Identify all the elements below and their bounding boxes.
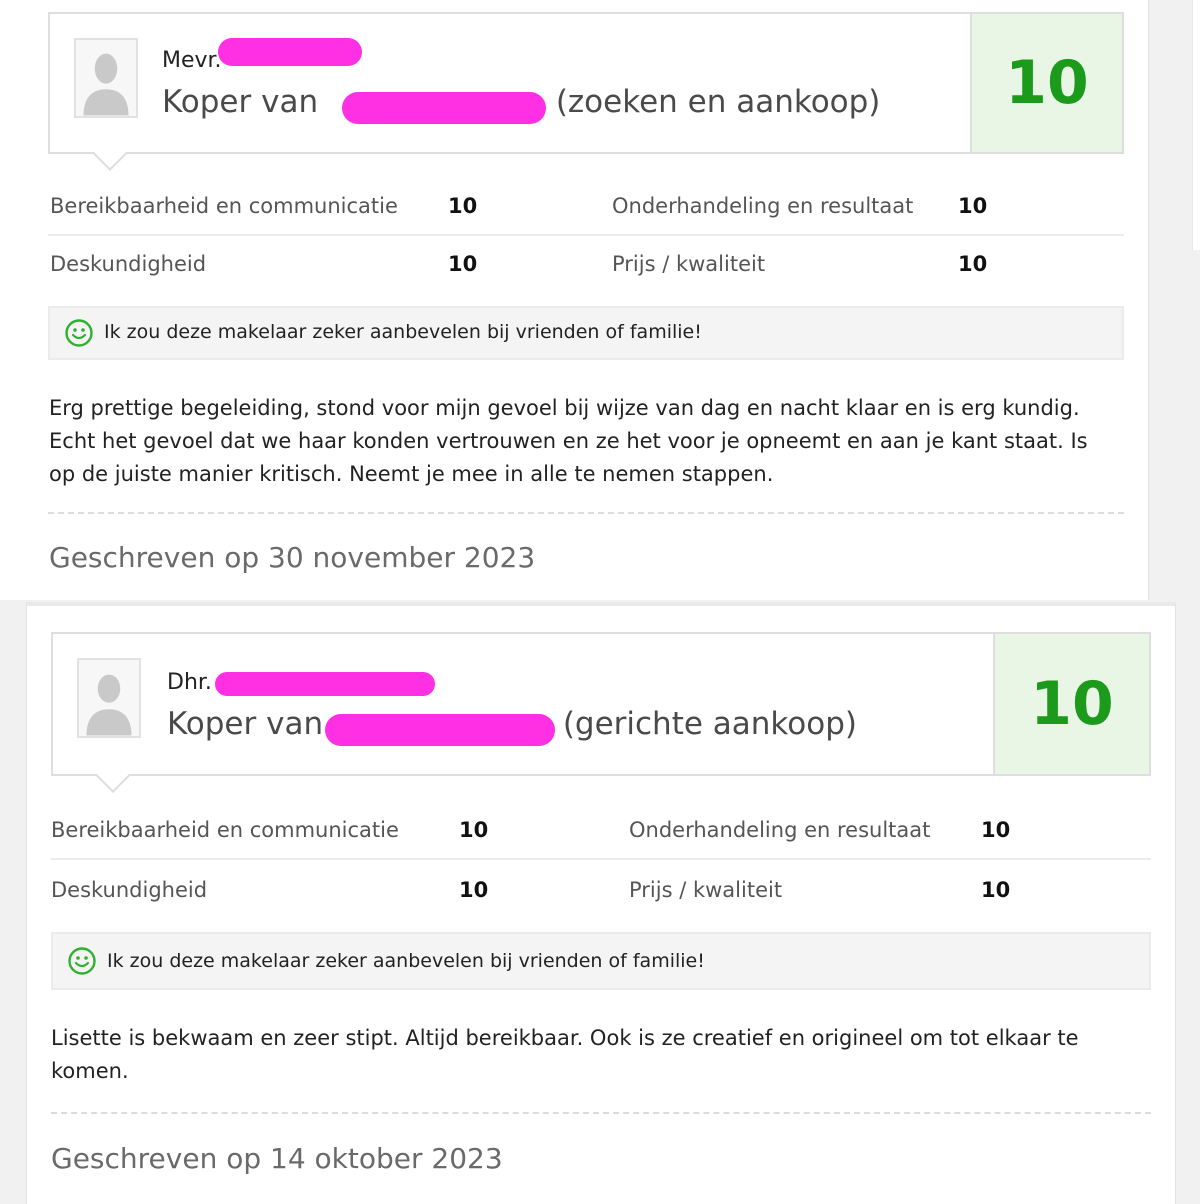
rating-row: Deskundigheid 10 Prijs / kwaliteit 10 <box>48 236 1124 292</box>
overall-score: 10 <box>1005 48 1089 118</box>
review-card: Mevr. Koper van (zoeken en aankoop) 10 B… <box>0 0 1149 600</box>
rating-label: Prijs / kwaliteit <box>629 878 783 902</box>
divider <box>51 1112 1151 1114</box>
rating-value: 10 <box>958 252 988 276</box>
review-date: Geschreven op 14 oktober 2023 <box>51 1142 503 1175</box>
rating-label: Onderhandeling en resultaat <box>629 818 931 842</box>
rating-value: 10 <box>448 252 478 276</box>
recommend-banner: Ik zou deze makelaar zeker aanbevelen bi… <box>48 306 1124 360</box>
header-pointer <box>93 137 127 171</box>
review-header: Dhr. Koper van (gerichte aankoop) 10 <box>51 632 1151 793</box>
header-pointer <box>96 759 130 793</box>
recommend-text: Ik zou deze makelaar zeker aanbevelen bi… <box>104 321 702 343</box>
rating-label: Onderhandeling en resultaat <box>612 194 914 218</box>
review-body: Lisette is bekwaam en zeer stipt. Altijd… <box>51 1026 1079 1083</box>
recommend-banner: Ik zou deze makelaar zeker aanbevelen bi… <box>51 932 1151 990</box>
redaction-mark <box>215 672 435 696</box>
redaction-mark <box>325 714 555 746</box>
recommend-text: Ik zou deze makelaar zeker aanbevelen bi… <box>107 950 705 972</box>
buyer-suffix: (zoeken en aankoop) <box>555 84 881 120</box>
reviewer-name: Mevr. <box>162 48 222 73</box>
rating-row: Bereikbaarheid en communicatie 10 Onderh… <box>51 802 1151 860</box>
rating-label: Bereikbaarheid en communicatie <box>50 194 398 218</box>
rating-row: Deskundigheid 10 Prijs / kwaliteit 10 <box>51 862 1151 918</box>
review-card: Dhr. Koper van (gerichte aankoop) 10 Ber… <box>26 602 1176 1204</box>
rating-value: 10 <box>981 818 1011 842</box>
reviewer-name: Dhr. <box>167 670 212 695</box>
redaction-mark <box>342 92 546 124</box>
rating-value: 10 <box>459 818 489 842</box>
rating-label: Deskundigheid <box>50 252 207 276</box>
review-date: Geschreven op 30 november 2023 <box>49 541 536 574</box>
rating-label: Prijs / kwaliteit <box>612 252 766 276</box>
overall-score-box: 10 <box>993 634 1149 774</box>
rating-value: 10 <box>958 194 988 218</box>
rating-value: 10 <box>448 194 478 218</box>
adjacent-panel-edge <box>1192 0 1200 250</box>
review-body: Erg prettige begeleiding, stond voor mij… <box>49 396 1088 486</box>
rating-label: Bereikbaarheid en communicatie <box>51 818 399 842</box>
smiley-icon <box>68 947 96 975</box>
buyer-prefix: Koper van <box>162 84 319 120</box>
avatar-icon <box>74 38 138 118</box>
buyer-prefix: Koper van <box>167 706 324 742</box>
overall-score-box: 10 <box>970 14 1122 152</box>
divider <box>48 512 1124 514</box>
rating-value: 10 <box>459 878 489 902</box>
overall-score: 10 <box>1030 669 1114 739</box>
avatar-icon <box>77 658 141 738</box>
rating-label: Deskundigheid <box>51 878 208 902</box>
review-header: Mevr. Koper van (zoeken en aankoop) 10 <box>48 12 1124 171</box>
redaction-mark <box>218 38 362 66</box>
smiley-icon <box>65 319 93 347</box>
buyer-suffix: (gerichte aankoop) <box>562 706 857 742</box>
rating-row: Bereikbaarheid en communicatie 10 Onderh… <box>48 178 1124 236</box>
rating-value: 10 <box>981 878 1011 902</box>
